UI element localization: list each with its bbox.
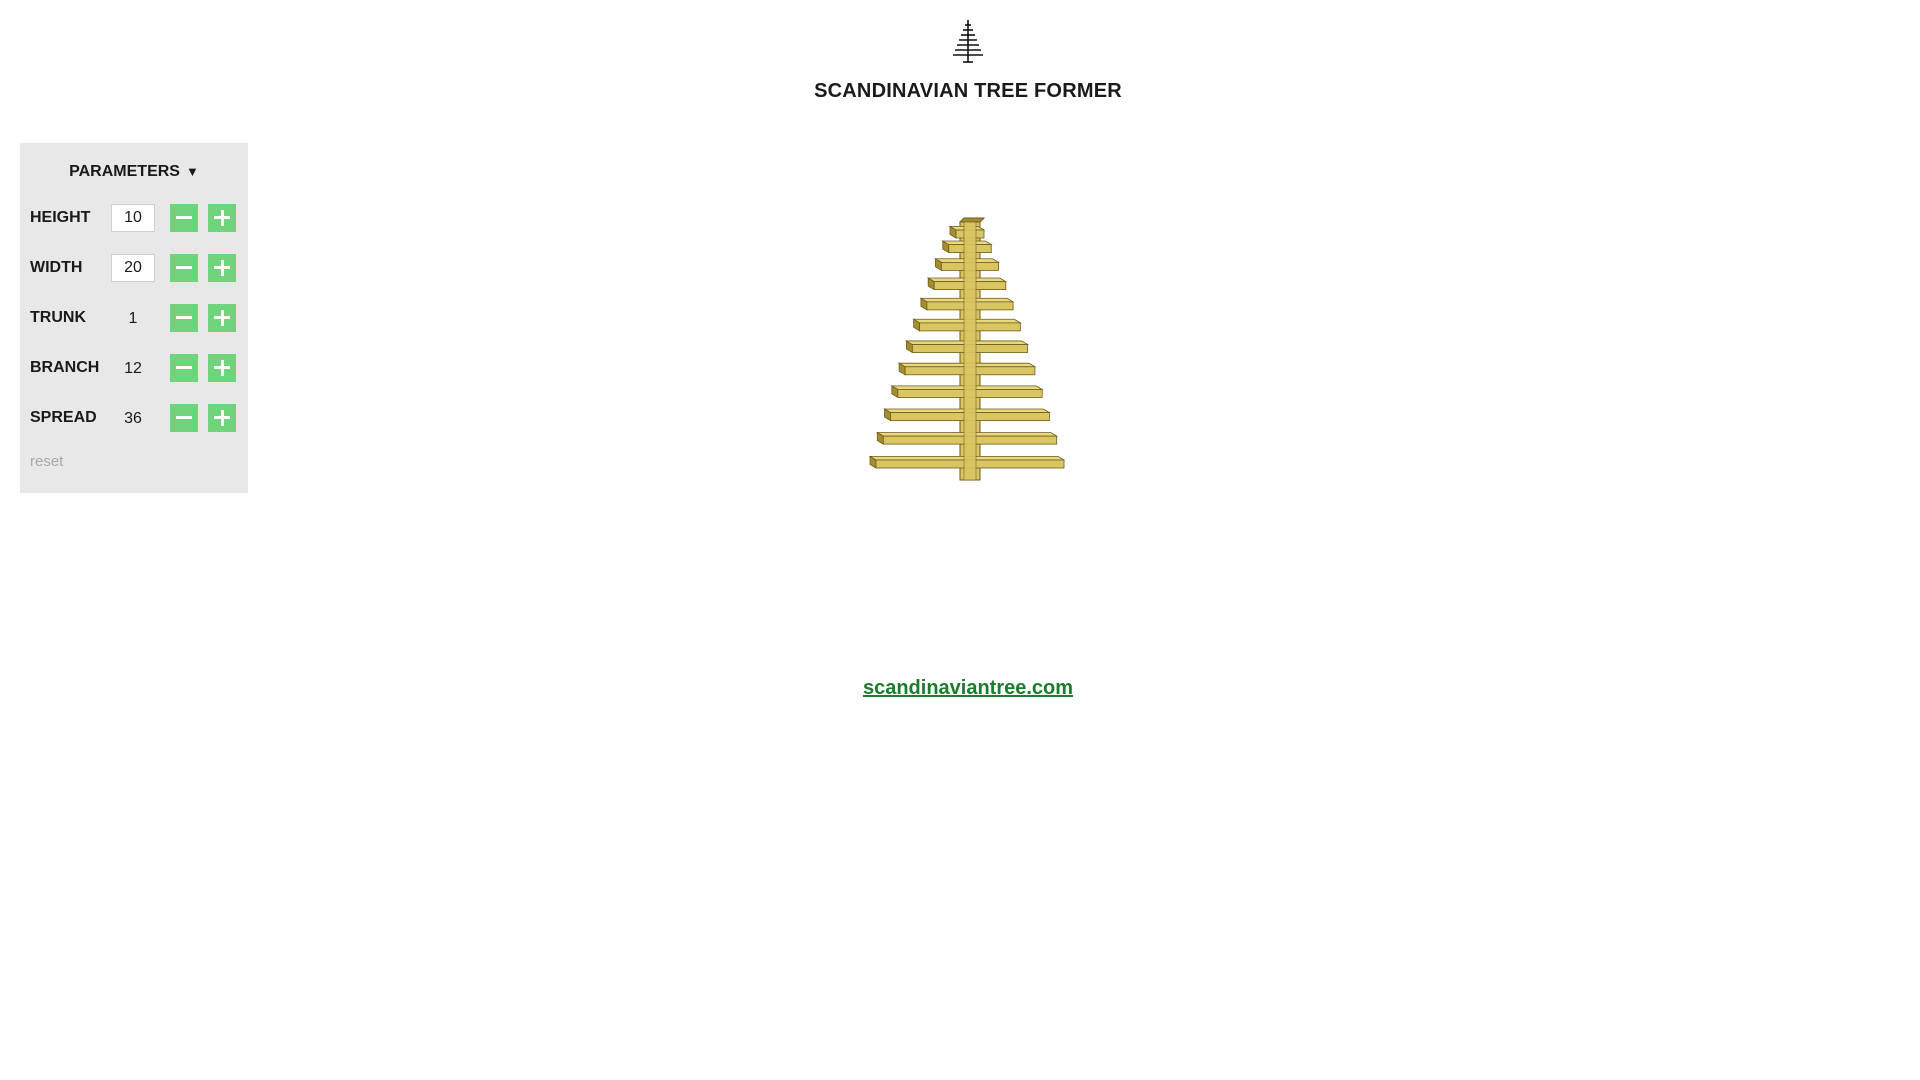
tree-logo-icon xyxy=(953,20,983,63)
site-link[interactable]: scandinaviantree.com xyxy=(863,677,1073,699)
minus-icon xyxy=(176,266,192,269)
plus-icon-vertical xyxy=(220,210,224,226)
footer: scandinaviantree.com xyxy=(0,677,1920,700)
param-row-width: WIDTH xyxy=(30,254,240,284)
height-decrease-button[interactable] xyxy=(170,204,198,232)
param-row-branch: BRANCH 12 xyxy=(30,354,240,384)
minus-icon xyxy=(176,416,192,419)
tree-trunk-front xyxy=(963,221,977,481)
param-row-spread: SPREAD 36 xyxy=(30,404,240,434)
param-label-width: WIDTH xyxy=(30,259,83,276)
spread-decrease-button[interactable] xyxy=(170,404,198,432)
width-input[interactable] xyxy=(111,254,155,282)
tree-trunk-top xyxy=(958,217,986,223)
plus-icon-vertical xyxy=(220,260,224,276)
param-row-trunk: TRUNK 1 xyxy=(30,304,240,334)
reset-link[interactable]: reset xyxy=(30,453,63,470)
trunk-decrease-button[interactable] xyxy=(170,304,198,332)
minus-icon xyxy=(176,316,192,319)
param-label-spread: SPREAD xyxy=(30,409,97,426)
parameters-header-label: PARAMETERS xyxy=(69,163,180,180)
branch-decrease-button[interactable] xyxy=(170,354,198,382)
param-label-trunk: TRUNK xyxy=(30,309,86,326)
branch-value: 12 xyxy=(124,360,142,377)
height-increase-button[interactable] xyxy=(208,204,236,232)
plus-icon-vertical xyxy=(220,410,224,426)
plus-icon-vertical xyxy=(220,360,224,376)
minus-icon xyxy=(176,216,192,219)
trunk-increase-button[interactable] xyxy=(208,304,236,332)
spread-increase-button[interactable] xyxy=(208,404,236,432)
parameters-panel: PARAMETERS ▼ HEIGHT WIDTH TRUNK 1 BRANCH … xyxy=(20,143,248,493)
spread-value: 36 xyxy=(124,410,142,427)
page: SCANDINAVIAN TREE FORMER PARAMETERS ▼ HEI… xyxy=(0,0,1920,1080)
caret-down-icon: ▼ xyxy=(185,164,199,179)
width-decrease-button[interactable] xyxy=(170,254,198,282)
param-label-branch: BRANCH xyxy=(30,359,100,376)
tree-preview xyxy=(868,217,1066,481)
parameters-toggle[interactable]: PARAMETERS ▼ xyxy=(20,163,248,181)
plus-icon-vertical xyxy=(220,310,224,326)
branch-increase-button[interactable] xyxy=(208,354,236,382)
trunk-value: 1 xyxy=(128,310,138,327)
height-input[interactable] xyxy=(111,204,155,232)
param-label-height: HEIGHT xyxy=(30,209,91,226)
page-title: SCANDINAVIAN TREE FORMER xyxy=(814,80,1122,102)
width-increase-button[interactable] xyxy=(208,254,236,282)
minus-icon xyxy=(176,366,192,369)
param-row-height: HEIGHT xyxy=(30,204,240,234)
